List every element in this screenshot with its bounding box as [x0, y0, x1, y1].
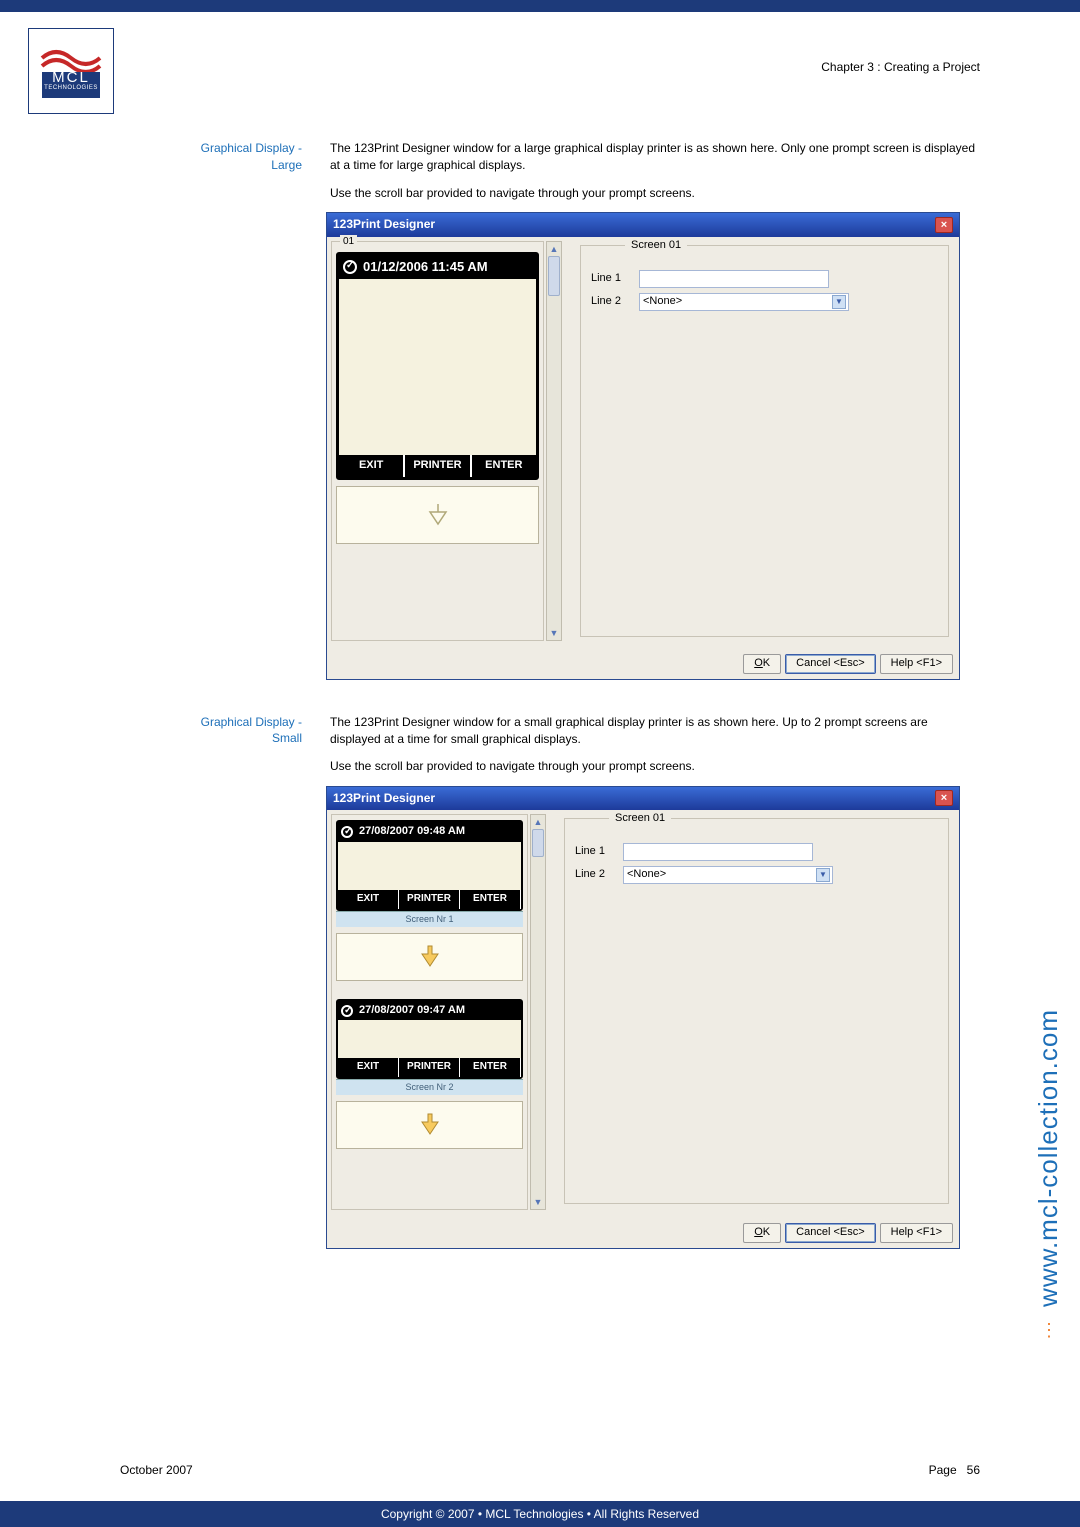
ok-rest: K [763, 657, 770, 669]
copyright-bar: Copyright © 2007 • MCL Technologies • Al… [0, 1501, 1080, 1527]
device-exit-btn: EXIT [338, 890, 399, 909]
section2-p2: Use the scroll bar provided to navigate … [330, 758, 980, 775]
top-border-bar [0, 0, 1080, 12]
section-label-large: Graphical Display - Large [180, 140, 330, 680]
arrow-box-sm1 [336, 933, 523, 981]
device-printer-btn: PRINTER [405, 455, 471, 477]
screen-caption-1: Screen Nr 1 [336, 911, 523, 927]
device-enter-btn: ENTER [460, 890, 521, 909]
titlebar-small[interactable]: 123Print Designer × [327, 787, 959, 810]
line1-label: Line 1 [591, 271, 631, 287]
section-label-small: Graphical Display - Small [180, 714, 330, 1250]
line1-label-sm: Line 1 [575, 844, 615, 860]
scroll-down-icon[interactable]: ▼ [547, 626, 561, 640]
side-url-dots-icon: ⋮ [1040, 1320, 1058, 1341]
arrow-down-icon [417, 1112, 443, 1138]
device-timestamp: 01/12/2006 11:45 AM [363, 258, 488, 277]
chevron-down-icon: ▼ [832, 295, 846, 309]
chapter-heading: Chapter 3 : Creating a Project [821, 60, 980, 74]
device-preview-large: 01/12/2006 11:45 AM EXIT PRINTER ENTER [336, 252, 539, 480]
window-title-small: 123Print Designer [333, 790, 435, 807]
vertical-scrollbar[interactable]: ▲ ▼ [546, 241, 562, 641]
line2-value-sm: <None> [627, 867, 666, 883]
ok-button[interactable]: OK [743, 654, 781, 674]
footer-page-label: Page [929, 1463, 957, 1477]
window-title: 123Print Designer [333, 216, 435, 233]
line1-input-sm[interactable] [623, 843, 813, 861]
help-button-sm[interactable]: Help <F1> [880, 1223, 953, 1243]
device-small-ts2: 27/08/2007 09:47 AM [359, 1003, 465, 1019]
titlebar[interactable]: 123Print Designer × [327, 213, 959, 236]
close-button[interactable]: × [935, 217, 953, 233]
footer-page: Page 56 [929, 1463, 980, 1477]
section1-label-l2: Large [271, 158, 302, 172]
device-printer-btn: PRINTER [399, 1058, 460, 1077]
copyright-text: Copyright © 2007 • MCL Technologies • Al… [381, 1507, 699, 1521]
ok-button-sm[interactable]: OK [743, 1223, 781, 1243]
clock-check-icon [341, 826, 353, 838]
vertical-scrollbar-small[interactable]: ▲ ▼ [530, 814, 546, 1210]
line2-label: Line 2 [591, 294, 631, 310]
close-button-small[interactable]: × [935, 790, 953, 806]
line2-select-sm[interactable]: <None> ▼ [623, 866, 833, 884]
device-preview-small-2: 27/08/2007 09:47 AM EXIT PRINTER ENTER [336, 999, 523, 1079]
device-exit-btn: EXIT [339, 455, 405, 477]
device-small-ts1: 27/08/2007 09:48 AM [359, 824, 465, 840]
scroll-up-icon[interactable]: ▲ [531, 815, 545, 829]
scroll-up-icon[interactable]: ▲ [547, 242, 561, 256]
device-exit-btn: EXIT [338, 1058, 399, 1077]
screen-fieldset: Screen 01 Line 1 Line 2 <None> ▼ [580, 245, 949, 637]
screen-legend-small: Screen 01 [609, 811, 671, 827]
chevron-down-icon: ▼ [816, 868, 830, 882]
line2-label-sm: Line 2 [575, 867, 615, 883]
section2-p1: The 123Print Designer window for a small… [330, 714, 980, 749]
help-button[interactable]: Help <F1> [880, 654, 953, 674]
device-enter-btn: ENTER [472, 455, 536, 477]
section1-label-l1: Graphical Display - [201, 141, 302, 155]
footer-date: October 2007 [120, 1463, 193, 1477]
arrow-box [336, 486, 539, 544]
scroll-thumb[interactable] [532, 829, 544, 857]
screen-legend: Screen 01 [625, 238, 687, 254]
clock-check-icon [341, 1005, 353, 1017]
line1-input[interactable] [639, 270, 829, 288]
mcl-logo: MCL TECHNOLOGIES [28, 28, 114, 114]
device-preview-small-1: 27/08/2007 09:48 AM EXIT PRINTER ENTER [336, 820, 523, 910]
cancel-button[interactable]: Cancel <Esc> [785, 654, 875, 674]
device-enter-btn: ENTER [460, 1058, 521, 1077]
device-printer-btn: PRINTER [399, 890, 460, 909]
scroll-down-icon[interactable]: ▼ [531, 1195, 545, 1209]
section2-label-l1: Graphical Display - [201, 715, 302, 729]
arrow-down-icon [425, 502, 451, 528]
line2-select[interactable]: <None> ▼ [639, 293, 849, 311]
logo-tech-text: TECHNOLOGIES [29, 85, 113, 91]
side-url: www.mcl-collection.com [1033, 1009, 1064, 1307]
arrow-box-sm2 [336, 1101, 523, 1149]
scroll-thumb[interactable] [548, 256, 560, 296]
section2-label-l2: Small [272, 731, 302, 745]
line2-value: <None> [643, 294, 682, 310]
cancel-button-sm[interactable]: Cancel <Esc> [785, 1223, 875, 1243]
screen-fieldset-small: Screen 01 Line 1 Line 2 <None> ▼ [564, 818, 949, 1204]
arrow-down-icon [417, 944, 443, 970]
clock-check-icon [343, 260, 357, 274]
designer-window-large: 123Print Designer × 01 01/12/2006 11:45 … [326, 212, 960, 679]
footer-page-num: 56 [967, 1463, 980, 1477]
logo-mcl-text: MCL [29, 69, 113, 86]
section1-p2: Use the scroll bar provided to navigate … [330, 185, 980, 202]
section1-p1: The 123Print Designer window for a large… [330, 140, 980, 175]
designer-window-small: 123Print Designer × 27/08/2007 09:48 AM [326, 786, 960, 1249]
group-01-label: 01 [340, 235, 357, 250]
screen-caption-2: Screen Nr 2 [336, 1079, 523, 1095]
